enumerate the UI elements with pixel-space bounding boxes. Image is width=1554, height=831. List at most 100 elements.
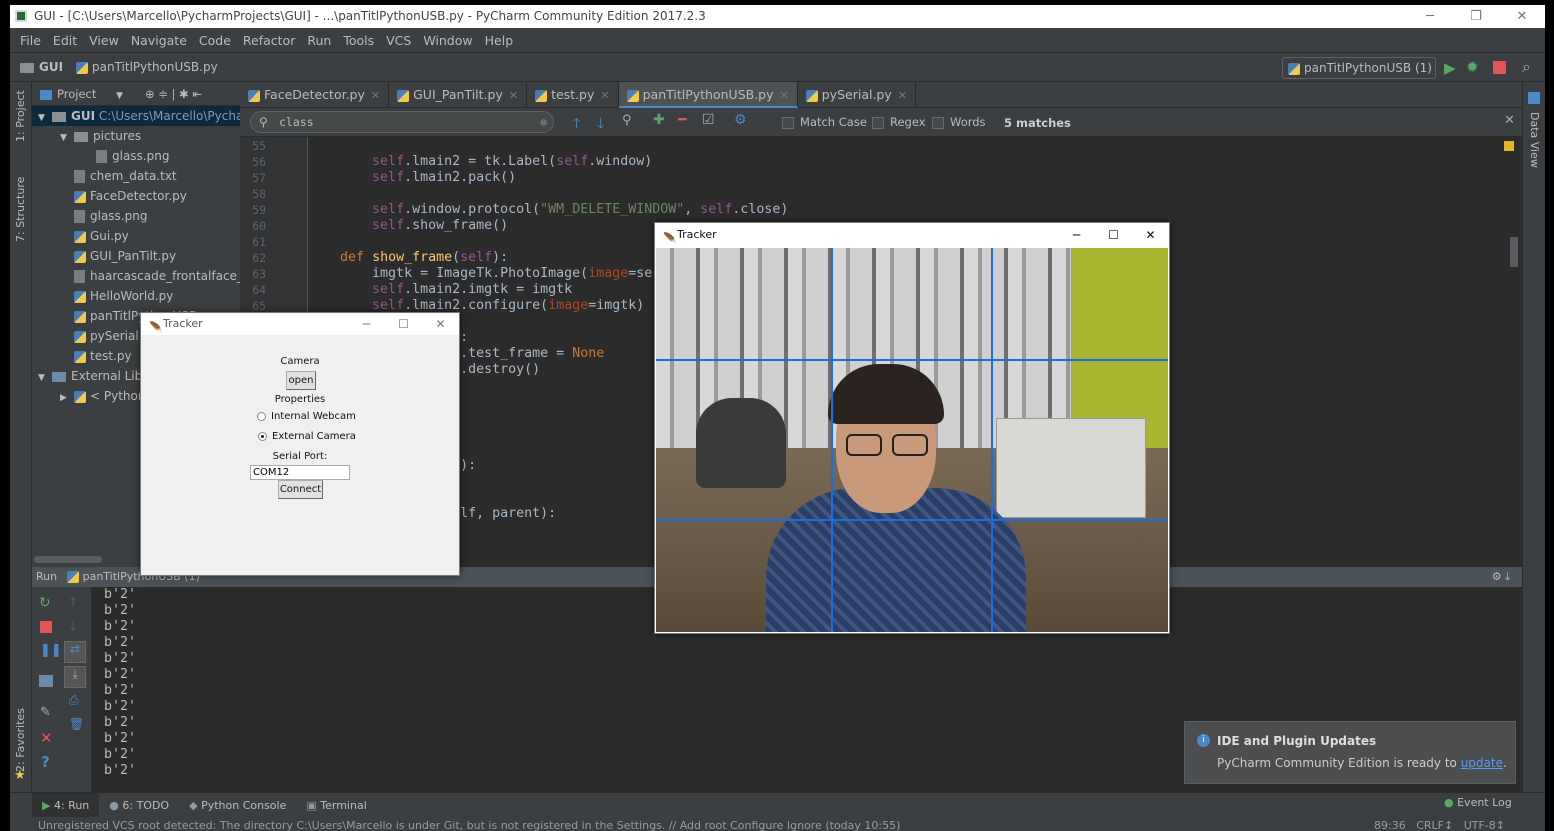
- tree-item[interactable]: FaceDetector.py: [74, 186, 187, 206]
- regex-checkbox[interactable]: Regex: [872, 115, 926, 129]
- debug-button[interactable]: ✹: [1466, 58, 1479, 76]
- expand-down-icon[interactable]: ▼: [38, 368, 52, 388]
- pin-icon[interactable]: ✎: [40, 705, 51, 720]
- tool-tab-python-console[interactable]: ◆ Python Console: [179, 793, 296, 818]
- tab-pyserial-py[interactable]: pySerial.py ✕: [798, 82, 916, 108]
- horizontal-scrollbar[interactable]: [34, 556, 102, 563]
- close-find-bar-icon[interactable]: ✕: [1504, 113, 1515, 128]
- file-encoding[interactable]: UTF-8↕: [1464, 819, 1505, 831]
- menu-navigate[interactable]: Navigate: [125, 33, 193, 48]
- maximize-button[interactable]: ☐: [1095, 223, 1132, 247]
- scroll-to-end-icon[interactable]: ⤓: [64, 666, 86, 688]
- menu-run[interactable]: Run: [301, 33, 337, 48]
- line-separator[interactable]: CRLF↕: [1416, 819, 1453, 831]
- close-tab-icon[interactable]: ✕: [898, 89, 907, 102]
- close-tab-icon[interactable]: ✕: [371, 89, 380, 102]
- tree-item[interactable]: GUI_PanTilt.py: [74, 246, 176, 266]
- close-icon[interactable]: ✕: [40, 729, 53, 747]
- menu-refactor[interactable]: Refactor: [237, 33, 301, 48]
- run-config-dropdown[interactable]: panTitlPythonUSB (1) ▼: [1282, 57, 1436, 95]
- print-icon[interactable]: ⎙: [69, 693, 79, 708]
- close-tab-icon[interactable]: ✕: [509, 89, 518, 102]
- breadcrumb-file[interactable]: panTitlPythonUSB.py: [76, 60, 218, 74]
- code-line[interactable]: def show_frame(self):: [308, 250, 508, 266]
- soft-wrap-icon[interactable]: ⇄: [64, 641, 86, 663]
- event-log-tab[interactable]: ● Event Log: [1444, 796, 1512, 809]
- tree-item[interactable]: glass.png: [74, 206, 147, 226]
- menu-view[interactable]: View: [83, 33, 125, 48]
- down-arrow-icon[interactable]: 🡓: [70, 617, 76, 638]
- project-view-dropdown[interactable]: Project: [57, 87, 96, 101]
- close-tab-icon[interactable]: ✕: [780, 89, 789, 102]
- tree-item[interactable]: haarcascade_frontalface_de: [74, 266, 240, 286]
- expand-right-icon[interactable]: ▶: [60, 388, 74, 408]
- search-everywhere-button[interactable]: ⌕: [1522, 57, 1531, 77]
- settings-icon[interactable]: ⚙ ⤓: [1492, 567, 1510, 587]
- previous-occurrence-icon[interactable]: 🡑: [573, 113, 580, 137]
- next-occurrence-icon[interactable]: 🡓: [597, 113, 604, 137]
- restore-button[interactable]: ❐: [1453, 5, 1499, 28]
- settings-icon[interactable]: ⚙: [734, 112, 747, 128]
- maximize-button[interactable]: ☐: [385, 313, 422, 335]
- favorites-tool-tab[interactable]: 2: Favorites: [14, 708, 27, 772]
- code-line[interactable]: self.lmain2 = tk.Label(self.window): [308, 154, 652, 170]
- select-all-occurrences-icon[interactable]: ☑: [702, 112, 715, 128]
- layout-icon[interactable]: [39, 675, 53, 687]
- menu-vcs[interactable]: VCS: [380, 33, 417, 48]
- minimize-button[interactable]: ─: [1407, 5, 1453, 28]
- pause-icon[interactable]: ❚❚: [40, 643, 62, 658]
- help-icon[interactable]: ?: [41, 753, 50, 771]
- add-occurrence-icon[interactable]: ✚: [653, 112, 665, 128]
- run-button[interactable]: ▶: [1444, 59, 1456, 77]
- words-checkbox[interactable]: Words: [932, 115, 986, 129]
- trash-icon[interactable]: 🗑: [69, 717, 84, 731]
- search-input[interactable]: ⚲ class ⊗: [250, 111, 554, 133]
- serial-port-input[interactable]: [250, 465, 350, 480]
- update-link[interactable]: update: [1461, 756, 1503, 770]
- connect-button[interactable]: Connect: [278, 480, 323, 499]
- project-tool-tab[interactable]: 1: Project: [14, 90, 27, 142]
- tree-item[interactable]: ▼GUI C:\Users\Marcello\Pycharm: [32, 106, 240, 126]
- code-line[interactable]: imgtk = ImageTk.PhotoImage(image=se: [308, 266, 652, 282]
- breadcrumb-project[interactable]: GUI: [20, 60, 63, 74]
- close-tab-icon[interactable]: ✕: [600, 89, 609, 102]
- tab-gui-pantilt-py[interactable]: GUI_PanTilt.py ✕: [389, 82, 528, 108]
- tree-item[interactable]: HelloWorld.py: [74, 286, 173, 306]
- clear-search-icon[interactable]: ⊗: [540, 112, 547, 132]
- tab-facedetector-py[interactable]: FaceDetector.py ✕: [240, 82, 390, 108]
- code-line[interactable]: self.window.protocol("WM_DELETE_WINDOW",…: [308, 202, 788, 218]
- menu-edit[interactable]: Edit: [47, 33, 83, 48]
- remove-occurrence-icon[interactable]: ━: [678, 112, 686, 128]
- tool-tab-terminal[interactable]: ▣ Terminal: [296, 793, 376, 818]
- minimize-button[interactable]: ─: [1058, 223, 1095, 247]
- menu-tools[interactable]: Tools: [337, 33, 380, 48]
- tree-item[interactable]: test.py: [74, 346, 132, 366]
- internal-webcam-radio[interactable]: Internal Webcam: [257, 411, 356, 422]
- up-arrow-icon[interactable]: 🡑: [70, 593, 76, 614]
- tree-item[interactable]: Gui.py: [74, 226, 129, 246]
- tab-test-py[interactable]: test.py ✕: [527, 82, 619, 108]
- expand-down-icon[interactable]: ▼: [60, 128, 74, 148]
- stop-button[interactable]: [1493, 61, 1506, 74]
- tool-tab-6-todo[interactable]: ● 6: TODO: [99, 793, 179, 818]
- status-message[interactable]: Unregistered VCS root detected: The dire…: [38, 819, 900, 831]
- expand-down-icon[interactable]: ▼: [38, 108, 52, 128]
- menu-window[interactable]: Window: [417, 33, 478, 48]
- tree-item[interactable]: ▼ pictures: [60, 126, 141, 146]
- code-line[interactable]: self.lmain2.pack(): [308, 170, 516, 186]
- code-line[interactable]: self.show_frame(): [308, 218, 508, 234]
- cursor-position[interactable]: 89:36: [1374, 819, 1406, 831]
- open-button[interactable]: open: [286, 371, 316, 390]
- match-case-checkbox[interactable]: Match Case: [782, 115, 867, 129]
- data-view-tool-tab[interactable]: Data View: [1528, 112, 1541, 168]
- vertical-scrollbar[interactable]: [1510, 237, 1518, 267]
- external-camera-radio[interactable]: External Camera: [258, 431, 356, 442]
- stop-icon[interactable]: [40, 621, 52, 633]
- menu-help[interactable]: Help: [479, 33, 520, 48]
- menu-file[interactable]: File: [14, 33, 47, 48]
- close-button[interactable]: ✕: [1499, 5, 1545, 28]
- tree-item[interactable]: chem_data.txt: [74, 166, 177, 186]
- minimize-button[interactable]: ─: [348, 313, 385, 335]
- close-button[interactable]: ✕: [1132, 223, 1169, 247]
- close-button[interactable]: ✕: [422, 313, 459, 335]
